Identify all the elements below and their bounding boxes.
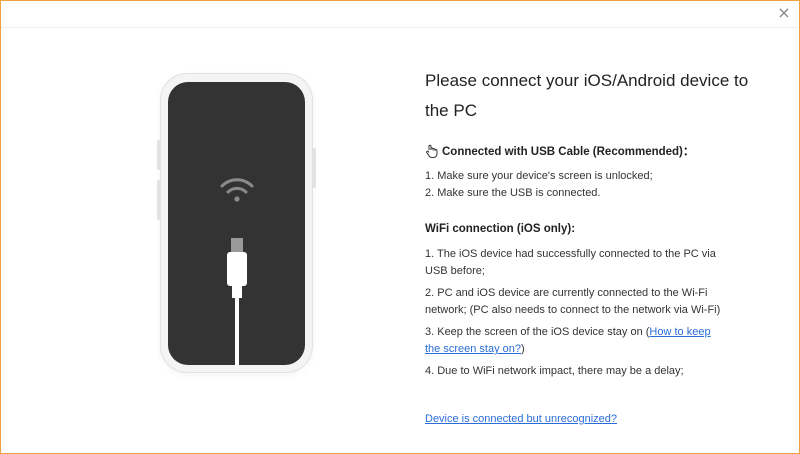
wifi-icon <box>220 178 254 202</box>
page-title: Please connect your iOS/Android device t… <box>425 71 749 120</box>
wifi-instructions: 1. The iOS device had successfully conne… <box>425 246 725 385</box>
device-unrecognized-link[interactable]: Device is connected but unrecognized? <box>425 413 617 425</box>
hand-icon <box>426 144 438 158</box>
usb-heading-text: Connected with USB Cable (Recommended)： <box>442 146 695 158</box>
usb-section-heading: Connected with USB Cable (Recommended)： <box>425 143 694 159</box>
close-icon[interactable]: × <box>776 5 792 21</box>
item3-text: 3. Keep the screen of the iOS device sta… <box>425 326 646 338</box>
usb-instructions: 1. Make sure your device's screen is unl… <box>425 168 725 202</box>
list-item: 2. PC and iOS device are currently conne… <box>425 287 721 316</box>
phone-power-button <box>312 148 316 188</box>
list-item: 1. Make sure your device's screen is unl… <box>425 170 653 182</box>
list-item: 1. The iOS device had successfully conne… <box>425 248 716 277</box>
item3-close-paren: ) <box>521 343 525 355</box>
list-item: 3. Keep the screen of the iOS device sta… <box>425 324 725 358</box>
unrecognized-device-link-container: Device is connected but unrecognized? <box>425 413 617 425</box>
list-item: 2. Make sure the USB is connected. <box>425 187 601 199</box>
titlebar-divider <box>1 27 798 28</box>
list-item: 4. Due to WiFi network impact, there may… <box>425 365 684 377</box>
usb-plug-icon <box>227 238 247 366</box>
wifi-section-heading: WiFi connection (iOS only): <box>425 223 576 235</box>
